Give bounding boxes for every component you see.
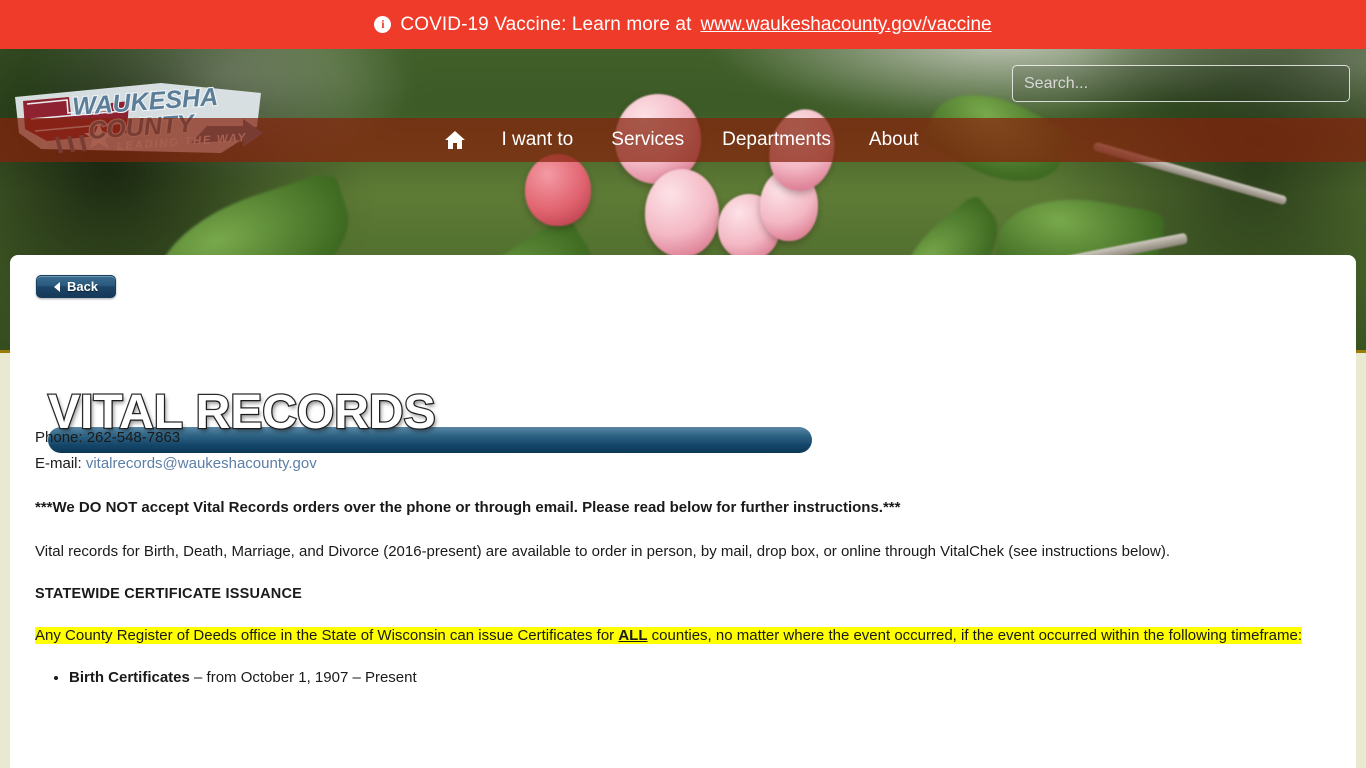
covid-banner-text: COVID-19 Vaccine: Learn more at bbox=[400, 13, 692, 35]
nav-item-about[interactable]: About bbox=[850, 118, 938, 162]
back-button[interactable]: Back bbox=[36, 275, 116, 298]
page-title: VITAL RECORDS bbox=[47, 385, 437, 441]
info-circle-icon: i bbox=[374, 16, 392, 33]
covid-banner-content: i COVID-19 Vaccine: Learn more at www.wa… bbox=[374, 13, 992, 36]
highlight-pre-text: Any County Register of Deeds office in t… bbox=[35, 627, 619, 644]
chevron-left-icon bbox=[53, 281, 60, 292]
bullet-text: – from October 1, 1907 – Present bbox=[189, 669, 417, 686]
covid-banner: i COVID-19 Vaccine: Learn more at www.wa… bbox=[0, 0, 1366, 49]
highlight-emphasis: ALL bbox=[618, 627, 648, 644]
highlighted-paragraph: Any County Register of Deeds office in t… bbox=[35, 623, 1325, 649]
nav-item-i-want-to[interactable]: I want to bbox=[482, 118, 592, 162]
page-title-block: VITAL RECORDS bbox=[10, 322, 1356, 453]
main-navigation: I want to Services Departments About bbox=[0, 118, 1366, 162]
notice-text: ***We DO NOT accept Vital Records orders… bbox=[35, 499, 901, 516]
page-body: Phone: 262-548-7863 E-mail: vitalrecords… bbox=[35, 425, 1325, 697]
home-icon bbox=[445, 131, 466, 149]
email-line: E-mail: vitalrecords@waukeshacounty.gov bbox=[35, 451, 1325, 477]
back-button-label: Back bbox=[66, 279, 99, 294]
highlight-post-text: counties, no matter where the event occu… bbox=[647, 627, 1303, 644]
nav-item-home[interactable] bbox=[428, 130, 482, 150]
list-item: Birth Certificates – from October 1, 190… bbox=[69, 665, 1325, 691]
covid-vaccine-link[interactable]: www.waukeshacounty.gov/vaccine bbox=[700, 14, 991, 36]
search-input[interactable] bbox=[1013, 66, 1349, 101]
email-link[interactable]: vitalrecords@waukeshacounty.gov bbox=[86, 455, 317, 472]
bullet-label: Birth Certificates bbox=[69, 669, 190, 686]
email-label: E-mail: bbox=[35, 455, 82, 472]
intro-paragraph: Vital records for Birth, Death, Marriage… bbox=[35, 543, 1171, 560]
nav-item-departments[interactable]: Departments bbox=[703, 118, 850, 162]
nav-item-services[interactable]: Services bbox=[592, 118, 703, 162]
section-heading: STATEWIDE CERTIFICATE ISSUANCE bbox=[35, 586, 302, 602]
content-panel: Back VITAL RECORDS Phone: 262-548-7863 E… bbox=[10, 255, 1356, 768]
timeframe-list: Birth Certificates – from October 1, 190… bbox=[35, 665, 1325, 691]
search-box[interactable] bbox=[1012, 65, 1350, 102]
